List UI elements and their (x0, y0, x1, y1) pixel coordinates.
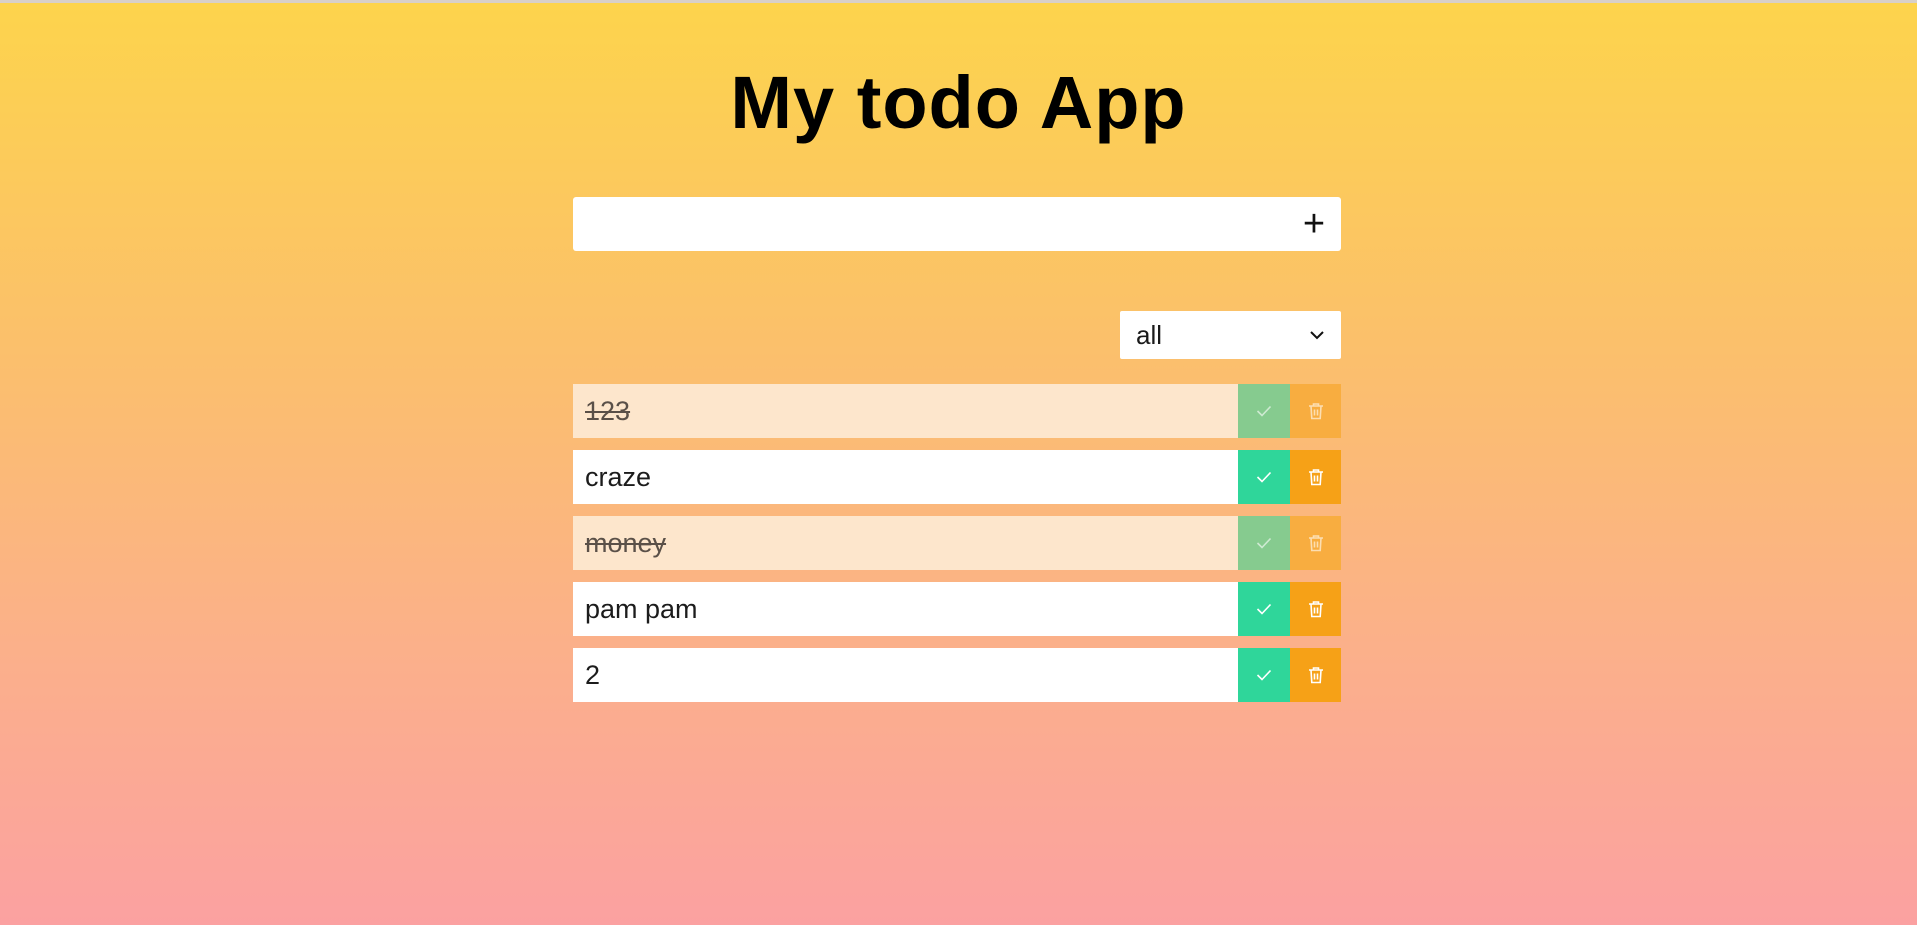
add-todo-form: + (573, 197, 1341, 251)
delete-button[interactable] (1290, 582, 1341, 636)
todo-item: money (573, 516, 1341, 570)
todo-input[interactable] (573, 197, 1273, 251)
trash-icon (1308, 601, 1323, 618)
filter-select[interactable]: all (1120, 311, 1341, 359)
delete-button[interactable] (1290, 648, 1341, 702)
todo-text: money (573, 516, 1238, 570)
plus-icon: + (1302, 202, 1326, 245)
todo-item: 123 (573, 384, 1341, 438)
delete-button[interactable] (1290, 516, 1341, 570)
page-title: My todo App (730, 61, 1187, 144)
trash-icon (1308, 469, 1323, 486)
check-icon (1256, 537, 1272, 549)
complete-button[interactable] (1238, 582, 1290, 636)
todo-item: craze (573, 450, 1341, 504)
check-icon (1256, 405, 1272, 417)
delete-button[interactable] (1290, 450, 1341, 504)
complete-button[interactable] (1238, 648, 1290, 702)
complete-button[interactable] (1238, 384, 1290, 438)
trash-icon (1308, 667, 1323, 684)
todo-item: 2 (573, 648, 1341, 702)
todo-text: craze (573, 450, 1238, 504)
check-icon (1256, 603, 1272, 615)
add-todo-button[interactable]: + (1287, 197, 1341, 251)
chevron-down-icon (1309, 327, 1325, 343)
todo-text: 123 (573, 384, 1238, 438)
todo-text: 2 (573, 648, 1238, 702)
trash-icon (1308, 535, 1323, 552)
check-icon (1256, 471, 1272, 483)
complete-button[interactable] (1238, 450, 1290, 504)
delete-button[interactable] (1290, 384, 1341, 438)
check-icon (1256, 669, 1272, 681)
todo-item: pam pam (573, 582, 1341, 636)
todo-text: pam pam (573, 582, 1238, 636)
complete-button[interactable] (1238, 516, 1290, 570)
filter-selected-value: all (1136, 319, 1163, 350)
trash-icon (1308, 403, 1323, 420)
